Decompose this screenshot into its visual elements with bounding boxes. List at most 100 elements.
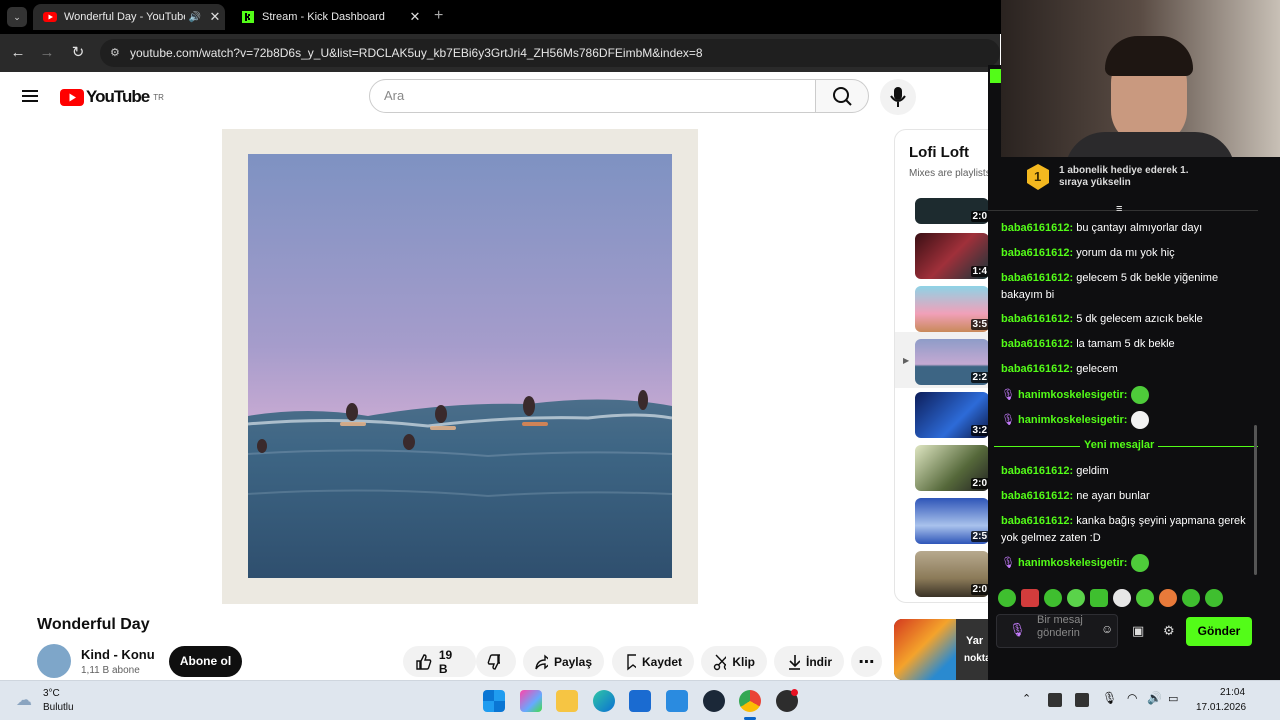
- chat-message[interactable]: baba6161612: la tamam 5 dk bekle: [1001, 336, 1246, 353]
- channel-name[interactable]: Kind - Konu: [81, 647, 155, 662]
- close-tab-icon[interactable]: ✕: [205, 9, 225, 25]
- voice-search-button[interactable]: [880, 79, 916, 115]
- tray-app-icon[interactable]: [1048, 693, 1062, 707]
- video-player[interactable]: [222, 129, 698, 604]
- weather-widget[interactable]: ☁ 3°C Bulutlu: [16, 686, 136, 716]
- now-playing-icon: ▶: [903, 356, 910, 365]
- chat-message[interactable]: baba6161612: ne ayarı bunlar: [1001, 488, 1246, 505]
- playlist-title[interactable]: Lofi Loft: [909, 144, 969, 161]
- tray-microphone-icon[interactable]: 🎙: [1102, 691, 1117, 705]
- chat-text: ne ayarı bunlar: [1076, 490, 1150, 502]
- chat-message[interactable]: baba6161612: 5 dk gelecem azıcık bekle: [1001, 311, 1246, 328]
- wifi-icon[interactable]: ◠: [1127, 691, 1137, 705]
- emote-icon[interactable]: [1113, 589, 1131, 607]
- emote-icon[interactable]: [1159, 589, 1177, 607]
- steam-icon[interactable]: [703, 690, 725, 712]
- playlist-thumbnail[interactable]: 3:2: [915, 392, 989, 438]
- chat-message[interactable]: 🎙 hanimkoskelesigetir:: [1001, 411, 1246, 429]
- channel-avatar[interactable]: [37, 644, 71, 678]
- address-bar[interactable]: ⚙ youtube.com/watch?v=72b8D6s_y_U&list=R…: [100, 39, 1000, 67]
- playlist-panel: Lofi Loft Mixes are playlists ▶ 2:0 1:4 …: [894, 129, 990, 603]
- copilot-icon[interactable]: [520, 690, 542, 712]
- more-actions-button[interactable]: ⋯: [851, 646, 882, 677]
- settings-gear-icon[interactable]: ⚙: [1163, 623, 1175, 639]
- like-button[interactable]: 19 B: [403, 646, 476, 677]
- tray-chevron-icon[interactable]: ⌃: [1022, 692, 1031, 705]
- youtube-logo[interactable]: YouTube TR: [60, 87, 164, 107]
- emote-icon[interactable]: [1205, 589, 1223, 607]
- tab-title: Wonderful Day - YouTube: [64, 11, 185, 23]
- chat-input[interactable]: 🎙 Bir mesaj gönderin ☺: [996, 614, 1118, 648]
- region-code: TR: [153, 92, 164, 102]
- speaker-icon[interactable]: 🔊: [185, 12, 205, 23]
- chat-username: baba6161612:: [1001, 338, 1074, 350]
- edge-icon[interactable]: [593, 690, 615, 712]
- site-info-icon[interactable]: ⚙: [110, 39, 120, 67]
- emote-icon[interactable]: [1136, 589, 1154, 607]
- gift-text: 1 abonelik hediye ederek 1. sıraya yükse…: [1059, 165, 1189, 188]
- tab-youtube[interactable]: Wonderful Day - YouTube 🔊 ✕: [33, 4, 225, 30]
- emote-icon[interactable]: [998, 589, 1016, 607]
- chat-message[interactable]: baba6161612: gelecem: [1001, 361, 1246, 378]
- close-tab-icon[interactable]: ✕: [405, 9, 425, 25]
- volume-icon[interactable]: 🔊: [1147, 691, 1162, 705]
- search-input[interactable]: Ara: [369, 79, 816, 113]
- back-arrow-icon[interactable]: ←: [8, 43, 28, 63]
- chat-username: baba6161612:: [1001, 515, 1074, 527]
- emote-icon[interactable]: [1182, 589, 1200, 607]
- download-button[interactable]: İndir: [774, 646, 844, 677]
- ad-banner[interactable]: Yar nokta. şimdi video: [894, 619, 990, 680]
- forward-arrow-icon[interactable]: →: [37, 43, 57, 63]
- playlist-thumbnail[interactable]: 2:5: [915, 498, 989, 544]
- chrome-icon[interactable]: [739, 690, 761, 712]
- pinned-toggle-icon[interactable]: ≡: [1116, 203, 1122, 215]
- reload-icon[interactable]: ↻: [68, 43, 88, 63]
- surfers-artwork: [248, 154, 672, 578]
- store-icon[interactable]: [629, 690, 651, 712]
- dislike-button[interactable]: [476, 646, 516, 677]
- tray-app-icon[interactable]: [1075, 693, 1089, 707]
- logo-text: YouTube: [86, 87, 150, 106]
- gift-icon[interactable]: ▣: [1132, 623, 1144, 639]
- file-explorer-icon[interactable]: [556, 690, 578, 712]
- tab-list-dropdown-button[interactable]: ⌄: [7, 7, 27, 27]
- microphone-icon[interactable]: 🎙: [1009, 622, 1026, 638]
- share-button[interactable]: Paylaş: [523, 646, 604, 677]
- gift-leaderboard-banner[interactable]: 1 1 abonelik hediye ederek 1. sıraya yük…: [1027, 164, 1257, 192]
- subscribe-button[interactable]: Abone ol: [169, 646, 242, 677]
- clip-button[interactable]: Klip: [701, 646, 767, 677]
- chat-text: geldim: [1076, 465, 1109, 477]
- emote-icon[interactable]: [1044, 589, 1062, 607]
- battery-icon[interactable]: ▭: [1168, 692, 1178, 705]
- emote-icon: [1130, 411, 1149, 429]
- emote-icon[interactable]: [1090, 589, 1108, 607]
- chat-message[interactable]: baba6161612: yorum da mı yok hiç: [1001, 245, 1246, 262]
- playlist-thumbnail[interactable]: 2:0: [915, 198, 989, 224]
- video-title: Wonderful Day: [37, 616, 150, 633]
- chat-message[interactable]: baba6161612: gelecem 5 dk bekle yiğenime…: [1001, 270, 1246, 304]
- chat-scrollbar[interactable]: [1254, 425, 1257, 575]
- save-button[interactable]: Kaydet: [612, 646, 694, 677]
- playlist-thumbnail[interactable]: 1:4: [915, 233, 989, 279]
- outlook-icon[interactable]: [666, 690, 688, 712]
- chat-message[interactable]: baba6161612: bu çantayı almıyorlar dayı: [1001, 220, 1246, 237]
- new-tab-plus-icon[interactable]: +: [434, 7, 443, 25]
- emoji-icon[interactable]: ☺: [1101, 622, 1113, 636]
- emote-icon[interactable]: [1067, 589, 1085, 607]
- emote-icon[interactable]: [1021, 589, 1039, 607]
- chat-message[interactable]: baba6161612: geldim: [1001, 463, 1246, 480]
- playlist-thumbnail[interactable]: 3:5: [915, 286, 989, 332]
- clock-time[interactable]: 21:04: [1220, 687, 1245, 698]
- send-button[interactable]: Gönder: [1186, 617, 1252, 646]
- chat-message[interactable]: 🎙 hanimkoskelesigetir:: [1001, 386, 1246, 404]
- tab-kick[interactable]: Stream - Kick Dashboard ✕: [231, 4, 425, 30]
- search-button[interactable]: [815, 79, 869, 113]
- playlist-thumbnail[interactable]: 2:0: [915, 445, 989, 491]
- playlist-thumbnail[interactable]: 2:2: [915, 339, 989, 385]
- chat-message[interactable]: baba6161612: kanka bağış şeyini yapmana …: [1001, 513, 1246, 547]
- menu-icon[interactable]: [22, 87, 38, 105]
- playlist-thumbnail[interactable]: 2:0: [915, 551, 989, 597]
- start-windows-icon[interactable]: [483, 690, 505, 712]
- chat-message[interactable]: 🎙 hanimkoskelesigetir:: [1001, 554, 1246, 572]
- clock-date[interactable]: 17.01.2026: [1196, 702, 1246, 713]
